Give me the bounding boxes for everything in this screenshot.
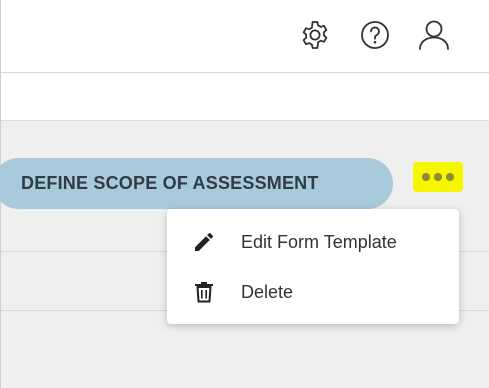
more-options-button[interactable] [413, 162, 463, 192]
settings-gear-icon[interactable] [298, 18, 332, 52]
question-circle-icon [361, 21, 389, 49]
menu-item-label: Delete [241, 281, 294, 302]
user-icon [419, 20, 449, 50]
workflow-stage-pill[interactable]: DEFINE SCOPE OF ASSESSMENT [0, 158, 393, 209]
ellipsis-dot-icon [434, 173, 442, 181]
user-profile-button[interactable] [417, 18, 451, 52]
help-button[interactable] [358, 18, 392, 52]
ellipsis-dot-icon [446, 173, 454, 181]
ellipsis-dot-icon [422, 173, 430, 181]
top-header [1, 0, 489, 73]
gear-icon [302, 21, 328, 49]
menu-item-label: Edit Form Template [241, 231, 397, 252]
trash-icon [191, 279, 217, 305]
app-frame: DEFINE SCOPE OF ASSESSMENT Edit Form Tem… [0, 0, 489, 388]
menu-item-delete[interactable]: Delete [167, 267, 459, 317]
menu-item-edit-form-template[interactable]: Edit Form Template [167, 217, 459, 267]
pencil-icon [191, 229, 217, 255]
context-menu: Edit Form Template Delete [167, 209, 459, 324]
stage-label: DEFINE SCOPE OF ASSESSMENT [21, 173, 319, 193]
sub-toolbar [1, 73, 489, 121]
